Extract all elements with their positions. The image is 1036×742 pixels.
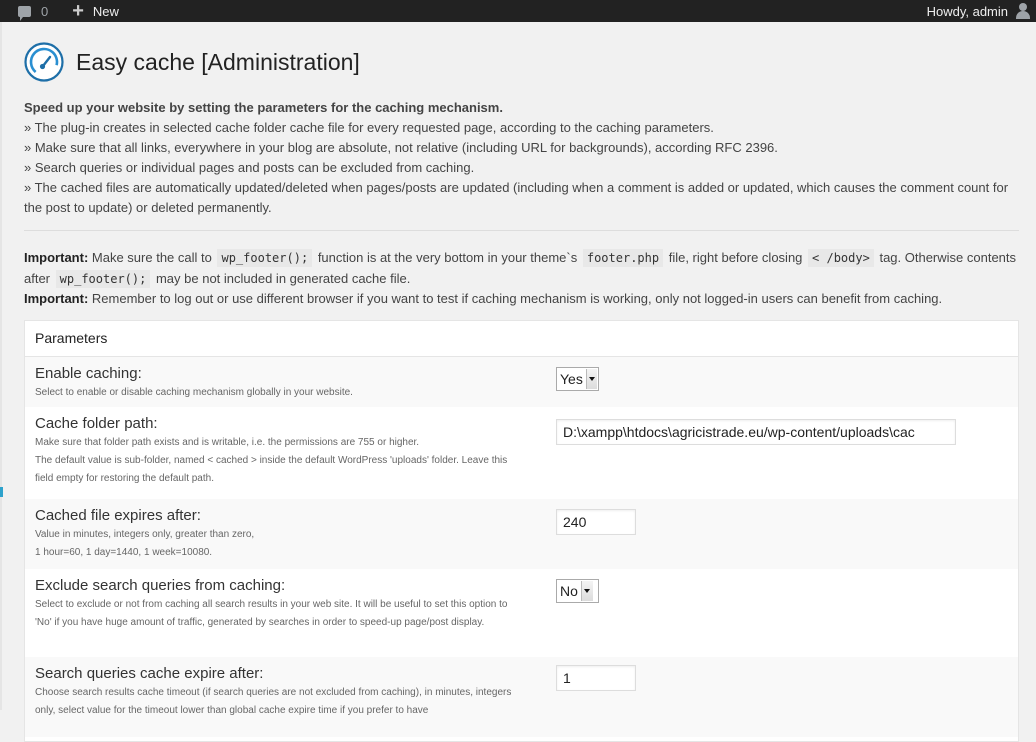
- param-label: Search queries cache expire after:: [35, 665, 264, 682]
- account-menu[interactable]: Howdy, admin: [927, 0, 1030, 22]
- speedometer-icon: [24, 42, 64, 82]
- comments-count: 0: [41, 3, 49, 19]
- admin-bar: 0 + New Howdy, admin: [0, 0, 1036, 22]
- param-description: Select to enable or disable caching mech…: [35, 387, 353, 398]
- new-content-menu[interactable]: + New: [72, 0, 119, 22]
- select-value: Yes: [560, 371, 583, 387]
- page-title: Easy cache [Administration]: [76, 49, 360, 75]
- param-description-line: Make sure that folder path exists and is…: [35, 437, 420, 448]
- cache-expiry-input[interactable]: 240: [556, 509, 636, 535]
- param-label: Cache folder path:: [35, 415, 158, 432]
- plus-icon: +: [72, 0, 84, 22]
- important-label: Important:: [24, 250, 89, 265]
- note-text: Make sure the call to: [91, 250, 212, 265]
- code-snippet: wp_footer();: [55, 269, 151, 288]
- param-description: Make sure that folder path exists and is…: [35, 434, 525, 488]
- intro-line: » Search queries or individual pages and…: [24, 160, 475, 175]
- intro-text: Speed up your website by setting the par…: [24, 98, 1019, 218]
- comments-menu[interactable]: 0: [18, 3, 72, 21]
- note-text: may be not included in generated cache f…: [155, 270, 411, 286]
- important-notes: Important: Make sure the call to wp_foot…: [24, 248, 1019, 309]
- note-text: file, right before closing: [668, 250, 803, 265]
- divider: [24, 230, 1019, 231]
- param-label: Cached file expires after:: [35, 507, 201, 524]
- important-note-footer: Important: Make sure the call to wp_foot…: [24, 248, 1019, 289]
- new-label: New: [92, 3, 119, 19]
- important-note-logout: Important: Remember to log out or use di…: [24, 289, 1019, 309]
- param-description-line: The default value is sub-folder, named <…: [35, 455, 508, 484]
- admin-menu-indicator: [0, 487, 3, 497]
- comment-icon: [18, 5, 31, 21]
- cache-folder-path-input[interactable]: D:\xampp\htdocs\agricistrade.eu/wp-conte…: [556, 419, 956, 445]
- code-snippet: footer.php: [582, 249, 664, 267]
- param-label: Enable caching:: [35, 365, 142, 382]
- note-text: function is at the very bottom in your t…: [317, 250, 578, 265]
- param-description-line: 1 hour=60, 1 day=1440, 1 week=10080.: [35, 547, 213, 558]
- user-avatar-icon: [1016, 3, 1030, 19]
- code-snippet: < /body>: [808, 249, 874, 267]
- intro-headline: Speed up your website by setting the par…: [24, 100, 503, 115]
- exclude-search-select[interactable]: No: [556, 579, 599, 603]
- important-label: Important:: [24, 291, 89, 306]
- greeting-text: Howdy, admin: [926, 3, 1008, 19]
- dropdown-arrow-icon: [585, 369, 597, 389]
- param-description: Value in minutes, integers only, greater…: [35, 526, 525, 562]
- param-description-line: Value in minutes, integers only, greater…: [35, 529, 255, 540]
- intro-line: » The plug-in creates in selected cache …: [24, 120, 714, 135]
- param-description: Choose search results cache timeout (if …: [35, 687, 512, 716]
- code-snippet: wp_footer();: [217, 249, 313, 267]
- dropdown-arrow-icon: [580, 581, 593, 601]
- note-text: Remember to log out or use different bro…: [91, 291, 943, 306]
- page-header: Easy cache [Administration]: [24, 42, 360, 82]
- param-row-enable-caching: Enable caching: Select to enable or disa…: [25, 357, 1018, 407]
- admin-menu-edge: [0, 22, 2, 710]
- enable-caching-select[interactable]: Yes: [556, 367, 599, 391]
- select-value: No: [560, 583, 578, 599]
- parameters-panel: Parameters Enable caching: Select to ena…: [24, 320, 1019, 742]
- parameters-heading: Parameters: [25, 321, 1018, 357]
- param-label: Exclude search queries from caching:: [35, 577, 286, 594]
- search-cache-expiry-input[interactable]: 1: [556, 665, 636, 691]
- intro-line: » Make sure that all links, everywhere i…: [24, 140, 778, 155]
- param-row-search-expiry: Search queries cache expire after: Choos…: [25, 657, 1018, 737]
- param-row-cache-expiry: Cached file expires after: Value in minu…: [25, 499, 1018, 569]
- param-row-exclude-search: Exclude search queries from caching: Sel…: [25, 569, 1018, 657]
- param-row-cache-folder: Cache folder path: Make sure that folder…: [25, 407, 1018, 499]
- param-description: Select to exclude or not from caching al…: [35, 599, 508, 628]
- intro-line: » The cached files are automatically upd…: [24, 180, 1009, 215]
